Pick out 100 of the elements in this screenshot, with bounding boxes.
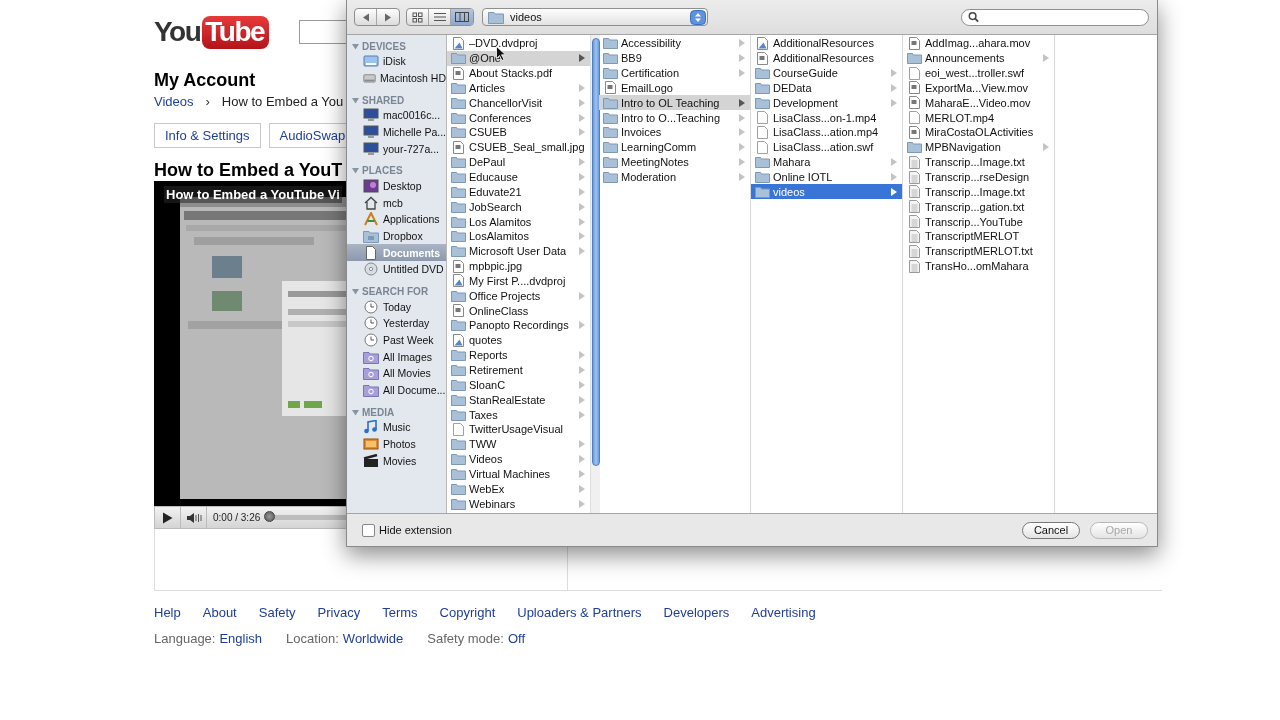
setting-link[interactable]: Off bbox=[507, 631, 526, 647]
sidebar-item[interactable]: Untitled DVD bbox=[347, 260, 446, 278]
file-row[interactable]: Reports bbox=[447, 347, 590, 363]
sidebar-item[interactable]: Movies bbox=[347, 452, 446, 469]
file-row[interactable]: Moderation bbox=[599, 169, 750, 185]
file-row[interactable]: DEData bbox=[751, 80, 902, 96]
file-row[interactable]: Development bbox=[751, 95, 902, 111]
hide-extension-checkbox[interactable] bbox=[362, 523, 375, 537]
file-row[interactable]: My First P....dvdproj bbox=[447, 273, 590, 289]
file-row[interactable]: StanRealEstate bbox=[447, 392, 590, 408]
footer-link[interactable]: Safety bbox=[258, 605, 296, 621]
sidebar-item[interactable]: Dropbox bbox=[347, 227, 446, 245]
sidebar-item[interactable]: Desktop bbox=[347, 177, 446, 195]
file-row[interactable]: Transcrip...Image.txt bbox=[903, 184, 1054, 200]
file-row[interactable]: Intro to OL Teaching bbox=[599, 95, 750, 111]
dialog-button[interactable]: Cancel bbox=[1022, 521, 1080, 539]
file-row[interactable]: Online IOTL bbox=[751, 169, 902, 185]
file-row[interactable]: Transcrip...YouTube bbox=[903, 214, 1054, 229]
file-row[interactable]: Transcrip...gation.txt bbox=[903, 199, 1054, 215]
footer-link[interactable]: Help bbox=[154, 605, 181, 621]
path-popup[interactable]: videos bbox=[482, 8, 708, 26]
breadcrumb-link[interactable]: Videos bbox=[154, 93, 194, 111]
sidebar-item[interactable]: All Docume... bbox=[347, 381, 446, 399]
file-row[interactable]: Microsoft User Data bbox=[447, 243, 590, 259]
file-row[interactable]: Invoices bbox=[599, 125, 750, 140]
file-row[interactable]: TwitterUsageVisual bbox=[447, 421, 590, 437]
file-row[interactable]: SloanC bbox=[447, 377, 590, 393]
file-row[interactable]: Videos bbox=[447, 451, 590, 467]
file-row[interactable]: AdditionalResources bbox=[751, 36, 902, 51]
file-row[interactable]: AdditionalResources bbox=[751, 50, 902, 66]
sidebar-item[interactable]: mac0016c... bbox=[347, 107, 446, 124]
sidebar-item[interactable]: iDisk bbox=[347, 53, 446, 70]
file-row[interactable]: WebEx bbox=[447, 481, 590, 497]
progress-handle[interactable] bbox=[264, 511, 276, 522]
file-row[interactable]: Articles bbox=[447, 80, 590, 96]
file-row[interactable]: Mahara bbox=[751, 154, 902, 170]
file-row[interactable]: JobSearch bbox=[447, 199, 590, 215]
file-row[interactable]: Transcrip...rseDesign bbox=[903, 169, 1054, 185]
file-row[interactable]: Eduvate21 bbox=[447, 184, 590, 200]
file-row[interactable]: eoi_west...troller.swf bbox=[903, 65, 1054, 81]
file-row[interactable]: LisaClass...ation.swf bbox=[751, 139, 902, 155]
setting-link[interactable]: English bbox=[219, 631, 263, 647]
file-row[interactable]: mpbpic.jpg bbox=[447, 258, 590, 274]
footer-link[interactable]: Copyright bbox=[439, 605, 496, 621]
file-row[interactable]: Conferences bbox=[447, 110, 590, 126]
file-row[interactable]: AddImag...ahara.mov bbox=[903, 36, 1054, 51]
tab[interactable]: Info & Settings bbox=[154, 123, 261, 148]
file-row[interactable]: MiraCostaOLActivities bbox=[903, 125, 1054, 140]
view-button[interactable] bbox=[451, 9, 473, 25]
file-row[interactable]: MERLOT.mp4 bbox=[903, 110, 1054, 126]
file-row[interactable]: Retirement bbox=[447, 362, 590, 378]
file-row[interactable]: @One bbox=[447, 50, 590, 66]
file-row[interactable]: TransHo...omMahara bbox=[903, 258, 1054, 274]
file-row[interactable]: Webinars bbox=[447, 496, 590, 511]
file-row[interactable]: Taxes bbox=[447, 407, 590, 422]
file-row[interactable]: videos bbox=[751, 184, 902, 200]
file-row[interactable]: Transcrip...Image.txt bbox=[903, 154, 1054, 170]
file-row[interactable]: MPBNavigation bbox=[903, 139, 1054, 155]
scroll-bar[interactable] bbox=[589, 35, 600, 513]
sidebar-item[interactable]: All Images bbox=[347, 348, 446, 365]
sidebar-item[interactable]: Past Week bbox=[347, 331, 446, 349]
file-row[interactable]: Virtual Machines bbox=[447, 466, 590, 482]
search-field[interactable] bbox=[961, 8, 1149, 26]
file-row[interactable]: ChancellorVisit bbox=[447, 95, 590, 111]
file-row[interactable]: –DVD.dvdproj bbox=[447, 36, 590, 51]
file-row[interactable]: quotes bbox=[447, 332, 590, 348]
footer-link[interactable]: Terms bbox=[382, 605, 418, 621]
file-row[interactable]: CSUEB_Seal_small.jpg bbox=[447, 139, 590, 155]
footer-link[interactable]: Advertising bbox=[751, 605, 816, 621]
file-row[interactable]: CSUEB bbox=[447, 125, 590, 140]
file-row[interactable]: TWW bbox=[447, 436, 590, 452]
file-row[interactable]: LosAlamitos bbox=[447, 228, 590, 244]
file-row[interactable]: EmailLogo bbox=[599, 80, 750, 96]
file-row[interactable]: Announcements bbox=[903, 50, 1054, 66]
file-row[interactable]: Educause bbox=[447, 169, 590, 185]
sidebar-item[interactable]: Music bbox=[347, 419, 446, 436]
file-row[interactable]: LearningComm bbox=[599, 139, 750, 155]
sidebar-item[interactable]: mcb bbox=[347, 194, 446, 212]
sidebar-item[interactable]: All Movies bbox=[347, 364, 446, 382]
file-row[interactable]: Los Alamitos bbox=[447, 214, 590, 229]
sidebar-item[interactable]: Yesterday bbox=[347, 315, 446, 332]
file-row[interactable]: TranscriptMERLOT.txt bbox=[903, 243, 1054, 259]
file-row[interactable]: LisaClass...on-1.mp4 bbox=[751, 110, 902, 126]
file-row[interactable]: DePaul bbox=[447, 154, 590, 170]
file-row[interactable]: OnlineClass bbox=[447, 303, 590, 319]
setting-link[interactable]: Worldwide bbox=[342, 631, 404, 647]
sidebar-item[interactable]: Today bbox=[347, 298, 446, 316]
file-row[interactable]: CourseGuide bbox=[751, 65, 902, 81]
footer-link[interactable]: Privacy bbox=[317, 605, 361, 621]
file-row[interactable]: TranscriptMERLOT bbox=[903, 228, 1054, 244]
file-row[interactable]: ExportMa...View.mov bbox=[903, 80, 1054, 96]
footer-link[interactable]: Uploaders & Partners bbox=[517, 605, 642, 621]
file-row[interactable]: About Stacks.pdf bbox=[447, 65, 590, 81]
file-row[interactable]: Panopto Recordings bbox=[447, 318, 590, 333]
file-row[interactable]: Office Projects bbox=[447, 288, 590, 304]
sidebar-item[interactable]: Applications bbox=[347, 211, 446, 228]
file-row[interactable]: Intro to O...Teaching bbox=[599, 110, 750, 126]
file-row[interactable]: Accessibility bbox=[599, 36, 750, 51]
file-row[interactable]: MaharaE...Video.mov bbox=[903, 95, 1054, 111]
sidebar-item[interactable]: Photos bbox=[347, 435, 446, 453]
